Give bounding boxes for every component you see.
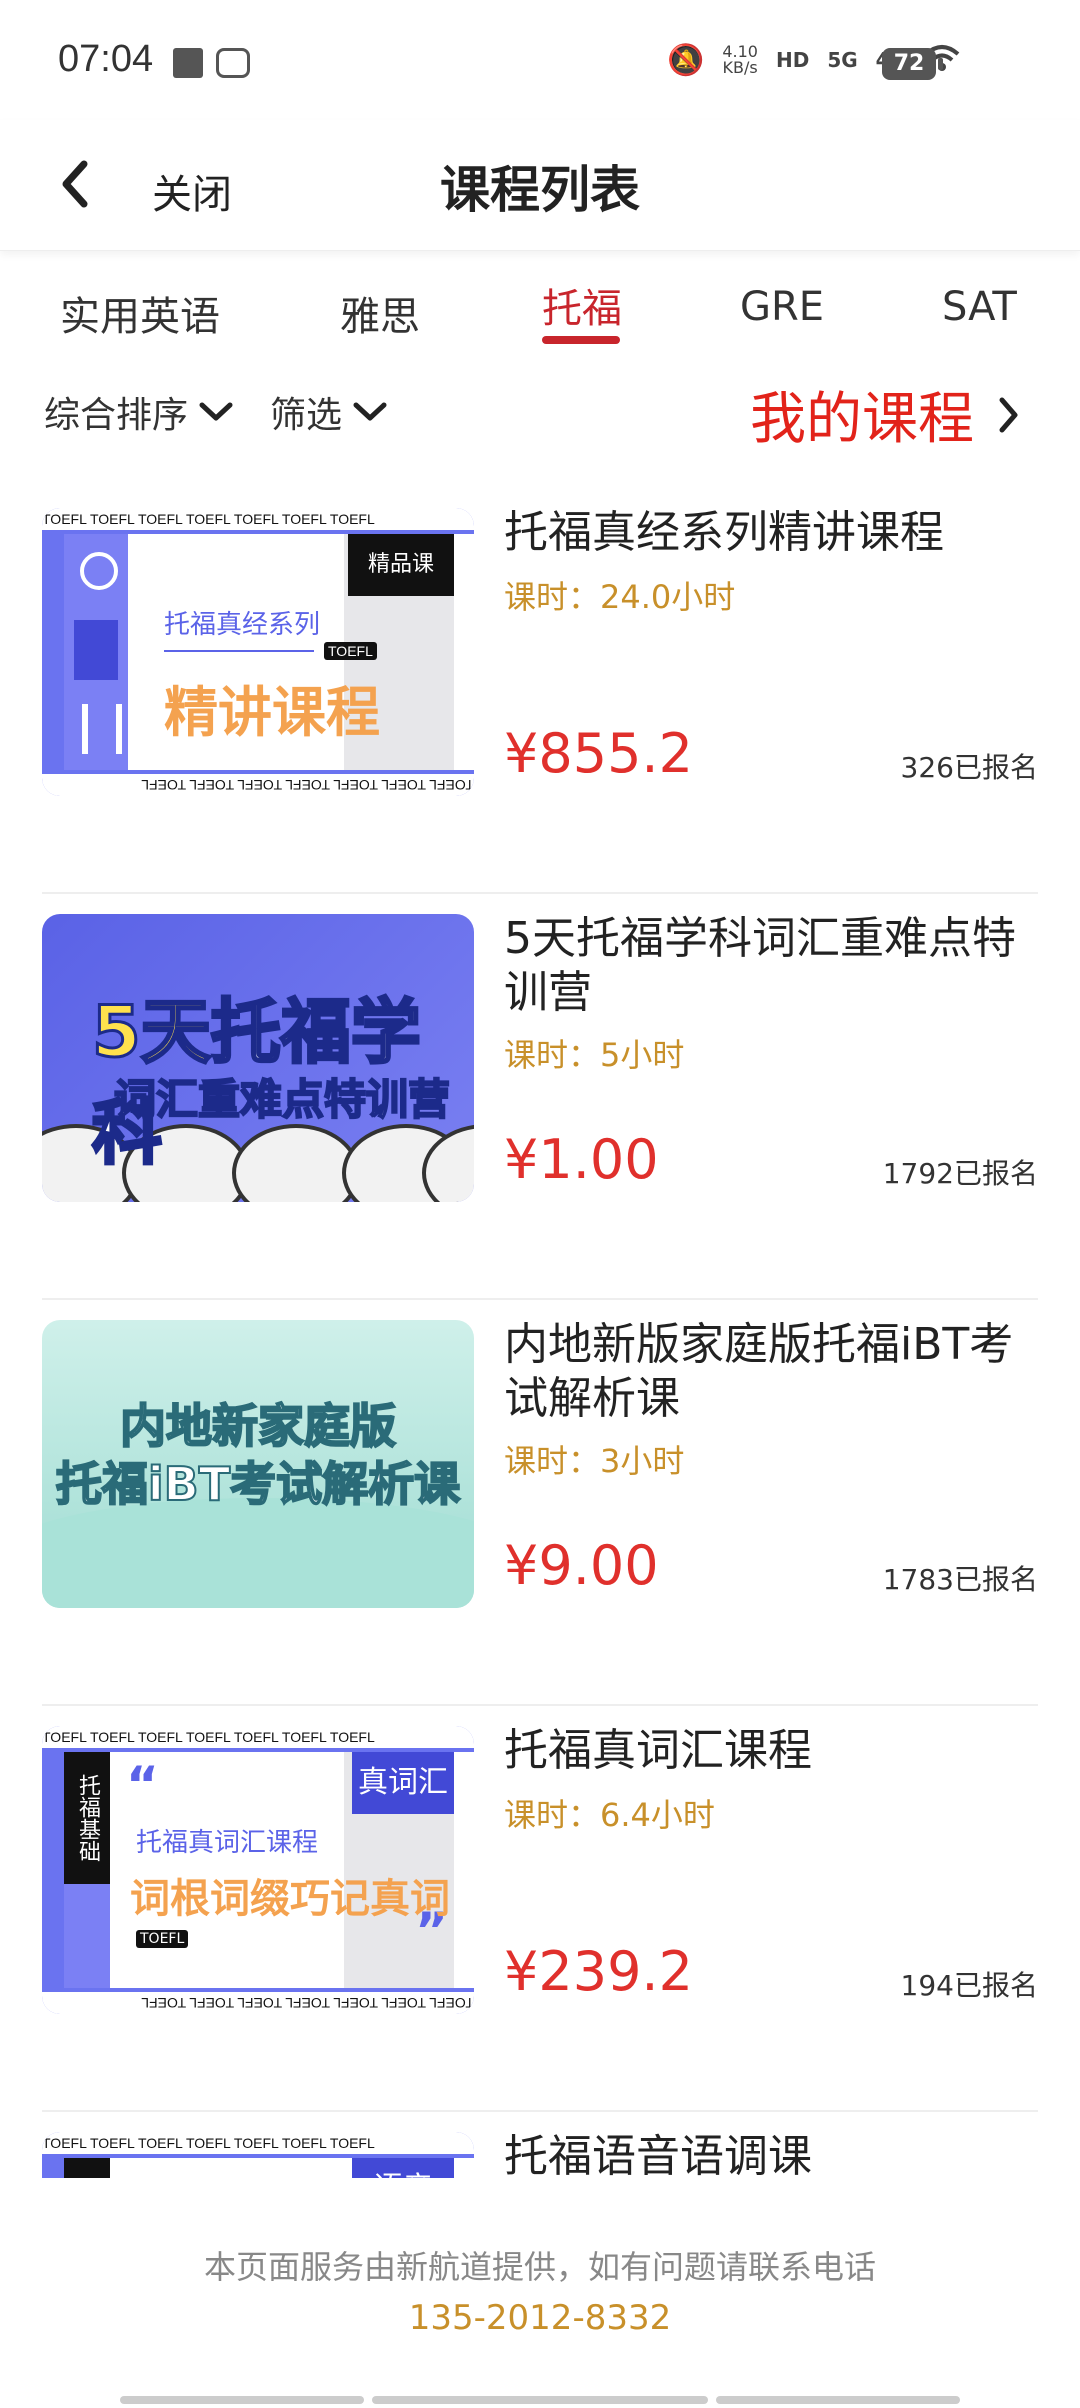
battery-icon: 72 — [882, 48, 943, 80]
clipboard-icon — [74, 620, 118, 680]
enrolled-count: 194已报名 — [900, 1969, 1038, 2002]
status-time: 07:04 — [58, 38, 154, 80]
course-item[interactable]: TOEFL TOEFL TOEFL TOEFL TOEFL TOEFL TOEF… — [42, 2112, 1038, 2178]
my-courses-label: 我的课程 — [750, 387, 974, 452]
mute-bell-icon: 🔕 — [666, 42, 705, 78]
course-title: 5天托福学科词汇重难点特训营 — [504, 913, 1016, 1018]
nav-handle — [372, 2396, 708, 2404]
filter-row: 综合排序 筛选 我的课程 — [0, 360, 1080, 460]
footer-note: 本页面服务由新航道提供，如有问题请联系电话 — [203, 2248, 876, 2286]
tab-ielts[interactable]: 雅思 — [340, 284, 420, 342]
signal-5g-icon: 5G — [827, 48, 858, 72]
gamepad-icon — [216, 48, 250, 78]
course-item[interactable]: 5天托福学科 词汇重难点特训营 5天托福学科词汇重难点特训营 课时：5小时 ¥1… — [42, 894, 1038, 1300]
thumb-subtitle: 托福真经系列 — [164, 610, 321, 640]
course-item[interactable]: 内地新家庭版 托福iBT考试解析课 内地新版家庭版托福iBT考试解析课 课时：3… — [42, 1300, 1038, 1706]
course-hours: 课时：3小时 — [504, 1442, 685, 1480]
nav-handle — [716, 2396, 960, 2404]
course-title: 托福语音语调课 — [504, 2131, 812, 2178]
toefl-strip: TOEFL TOEFL TOEFL TOEFL TOEFL TOEFL TOEF… — [42, 774, 474, 796]
course-title: 内地新版家庭版托福iBT考试解析课 — [504, 1319, 1014, 1424]
thumb-subtitle: 托福真词汇课程 — [136, 1828, 319, 1858]
quote-open-icon: “ — [126, 1756, 159, 1814]
course-item[interactable]: TOEFL TOEFL TOEFL TOEFL TOEFL TOEFL TOEF… — [42, 1706, 1038, 2112]
mountain-decoration — [42, 1498, 474, 1608]
course-price: ¥9.00 — [504, 1534, 659, 1597]
thumb-line1: 内地新家庭版 — [119, 1398, 397, 1454]
headset-icon — [80, 552, 118, 590]
hd-icon: HD — [775, 48, 810, 72]
course-title: 托福真词汇课程 — [504, 1725, 812, 1776]
course-thumbnail: TOEFL TOEFL TOEFL TOEFL TOEFL TOEFL TOEF… — [42, 1726, 474, 2014]
course-hours: 课时：5小时 — [504, 1036, 685, 1074]
footer: 本页面服务由新航道提供，如有问题请联系电话 135-2012-8332 — [0, 2178, 1080, 2408]
network-speed: 4.10 KB/s — [722, 42, 758, 77]
icon-column — [64, 534, 128, 770]
page-title: 课程列表 — [440, 161, 640, 219]
abc-icon — [64, 1884, 110, 1988]
footer-phone[interactable]: 135-2012-8332 — [0, 2298, 1080, 2338]
toefl-tag: TOEFL — [324, 642, 377, 660]
thumb-main-text: 词根词缀巧记真词 — [130, 1876, 450, 1922]
premium-badge: 精品课 — [348, 534, 454, 596]
filter-label: 筛选 — [270, 395, 343, 436]
course-hours: 课时：6.4小时 — [504, 1796, 715, 1834]
thumb-main-text: 精讲课程 — [164, 681, 380, 744]
toefl-strip: TOEFL TOEFL TOEFL TOEFL TOEFL TOEFL TOEF… — [42, 1992, 474, 2014]
vocab-badge: 真词汇 — [352, 1752, 454, 1814]
chevron-down-icon — [353, 402, 387, 421]
thumb-line2: 词汇重难点特训营 — [113, 1074, 451, 1125]
sort-dropdown[interactable]: 综合排序 — [44, 386, 234, 438]
thumb-side-label: 托福基础 — [64, 1752, 110, 1884]
toefl-strip: TOEFL TOEFL TOEFL TOEFL TOEFL TOEFL TOEF… — [42, 2132, 474, 2154]
tab-practical-english[interactable]: 实用英语 — [60, 284, 220, 342]
enrolled-count: 326已报名 — [900, 751, 1038, 784]
tab-sat[interactable]: SAT — [942, 284, 1017, 330]
category-tabs: 实用英语 雅思 托福 GRE SAT — [0, 250, 1080, 360]
course-thumbnail: 内地新家庭版 托福iBT考试解析课 — [42, 1320, 474, 1608]
enrolled-count: 1792已报名 — [882, 1157, 1038, 1190]
tab-gre[interactable]: GRE — [740, 284, 824, 330]
course-price: ¥239.2 — [504, 1940, 693, 2003]
course-thumbnail: 5天托福学科 词汇重难点特训营 — [42, 914, 474, 1202]
books-icon — [82, 704, 122, 754]
thumb-line2: 托福iBT考试解析课 — [55, 1456, 461, 1512]
my-courses-link[interactable]: 我的课程 — [750, 374, 1020, 455]
course-price: ¥855.2 — [504, 722, 693, 785]
course-hours: 课时：24.0小时 — [504, 578, 736, 616]
course-thumbnail: TOEFL TOEFL TOEFL TOEFL TOEFL TOEFL TOEF… — [42, 2132, 474, 2178]
header-bar: 关闭 课程列表 — [0, 120, 1080, 251]
chevron-right-icon — [999, 397, 1018, 432]
notification-square-icon — [173, 48, 203, 78]
course-title: 托福真经系列精讲课程 — [504, 507, 944, 558]
nav-handle — [120, 2396, 364, 2404]
course-price: ¥1.00 — [504, 1128, 659, 1191]
chevron-down-icon — [199, 402, 233, 421]
course-list: TOEFL TOEFL TOEFL TOEFL TOEFL TOEFL TOEF… — [42, 488, 1038, 2178]
pronunciation-badge: 语音 — [352, 2158, 454, 2178]
toefl-tag: TOEFL — [136, 1930, 189, 1948]
filter-dropdown[interactable]: 筛选 — [270, 386, 388, 438]
sort-label: 综合排序 — [44, 395, 189, 436]
status-bar: 07:04 🔕 4.10KB/s HD 5G 4G 72 — [0, 0, 1080, 120]
course-item[interactable]: TOEFL TOEFL TOEFL TOEFL TOEFL TOEFL TOEF… — [42, 488, 1038, 894]
toefl-strip: TOEFL TOEFL TOEFL TOEFL TOEFL TOEFL TOEF… — [42, 1726, 474, 1748]
course-thumbnail: TOEFL TOEFL TOEFL TOEFL TOEFL TOEFL TOEF… — [42, 508, 474, 796]
tab-toefl[interactable]: 托福 — [542, 276, 622, 334]
active-tab-indicator — [542, 336, 620, 344]
toefl-strip: TOEFL TOEFL TOEFL TOEFL TOEFL TOEFL TOEF… — [42, 508, 474, 530]
enrolled-count: 1783已报名 — [882, 1563, 1038, 1596]
